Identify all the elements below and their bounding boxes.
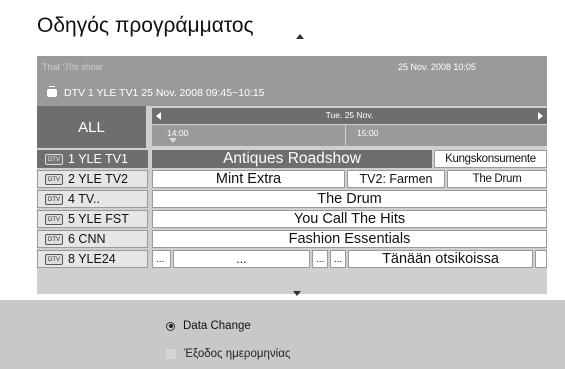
exit-date-label: Έξοδος ημερομηνίας: [184, 348, 291, 360]
info-channel-line: DTV 1 YLE TV1 25 Nov. 2008 09:45~10:15: [47, 86, 265, 99]
time-slot-label: 14:00: [167, 128, 189, 138]
current-time-marker-icon: [169, 138, 177, 143]
data-change-option[interactable]: Data Change: [166, 320, 251, 332]
channel-item[interactable]: DTV 4 TV..: [37, 190, 148, 208]
time-divider: [345, 125, 346, 146]
channel-label: 1 YLE TV1: [68, 152, 128, 166]
date-label: Tue. 25 Nov.: [325, 110, 374, 120]
scroll-up-arrow-icon[interactable]: [296, 34, 304, 39]
program-cell[interactable]: ...: [173, 250, 310, 268]
footer-panel: Data Change Έξοδος ημερομηνίας: [0, 300, 565, 369]
info-program-title: That '70s show: [42, 62, 103, 72]
channel-item[interactable]: DTV 5 YLE FST: [37, 210, 148, 228]
program-cell[interactable]: Kungskonsumente: [434, 150, 547, 168]
program-cell[interactable]: The Drum: [447, 170, 547, 188]
page-title: Οδηγός προγράμματος: [37, 14, 254, 37]
info-current-datetime: 25 Nov. 2008 10:05: [398, 62, 476, 72]
channel-item[interactable]: DTV 1 YLE TV1: [37, 150, 148, 168]
program-cell[interactable]: The Drum: [152, 190, 547, 208]
tv-icon: [47, 86, 57, 97]
program-cell[interactable]: ...: [312, 250, 328, 268]
program-guide-screen: Οδηγός προγράμματος That '70s show 25 No…: [0, 0, 565, 369]
program-cell[interactable]: TV2: Farmen: [347, 170, 445, 188]
channel-label: 4 TV..: [68, 192, 100, 206]
program-cell-selected[interactable]: Antiques Roadshow: [152, 150, 432, 168]
all-channels-filter[interactable]: ALL: [37, 106, 148, 148]
date-header: Tue. 25 Nov.: [152, 108, 547, 124]
program-cell[interactable]: Mint Extra: [152, 170, 345, 188]
button-indicator-icon: [166, 349, 176, 359]
dtv-icon: DTV: [45, 253, 63, 265]
channel-item[interactable]: DTV 6 CNN: [37, 230, 148, 248]
dtv-icon: DTV: [45, 213, 63, 225]
dtv-icon: DTV: [45, 233, 63, 245]
program-cell[interactable]: ...: [152, 250, 171, 268]
channel-label: 8 YLE24: [68, 252, 116, 266]
time-header: 14:00 15:00: [152, 125, 547, 146]
channel-label: 2 YLE TV2: [68, 172, 128, 186]
exit-date-option[interactable]: Έξοδος ημερομηνίας: [166, 348, 290, 360]
program-info-bar: That '70s show 25 Nov. 2008 10:05 DTV 1 …: [37, 56, 547, 106]
channel-label: 5 YLE FST: [68, 212, 129, 226]
program-cell[interactable]: You Call The Hits: [152, 210, 547, 228]
time-slot-label: 15:00: [357, 128, 379, 138]
channel-label: 6 CNN: [68, 232, 106, 246]
dtv-icon: DTV: [45, 153, 63, 165]
program-cell[interactable]: ...: [330, 250, 346, 268]
next-day-arrow-icon[interactable]: [538, 112, 543, 120]
channel-item[interactable]: DTV 2 YLE TV2: [37, 170, 148, 188]
dtv-icon: DTV: [45, 193, 63, 205]
info-channel-text: DTV 1 YLE TV1 25 Nov. 2008 09:45~10:15: [64, 87, 265, 99]
program-cell[interactable]: [535, 250, 547, 268]
channel-item[interactable]: DTV 8 YLE24: [37, 250, 148, 268]
radio-selected-icon: [166, 321, 175, 331]
scroll-down-arrow-icon[interactable]: [293, 291, 301, 296]
program-cell[interactable]: Fashion Essentials: [152, 230, 547, 248]
data-change-label: Data Change: [183, 320, 251, 332]
program-cell[interactable]: Tänään otsikoissa: [348, 250, 533, 268]
epg-grid: ALL Tue. 25 Nov. 14:00 15:00 DTV 1 YLE T…: [37, 106, 547, 294]
dtv-icon: DTV: [45, 173, 63, 185]
